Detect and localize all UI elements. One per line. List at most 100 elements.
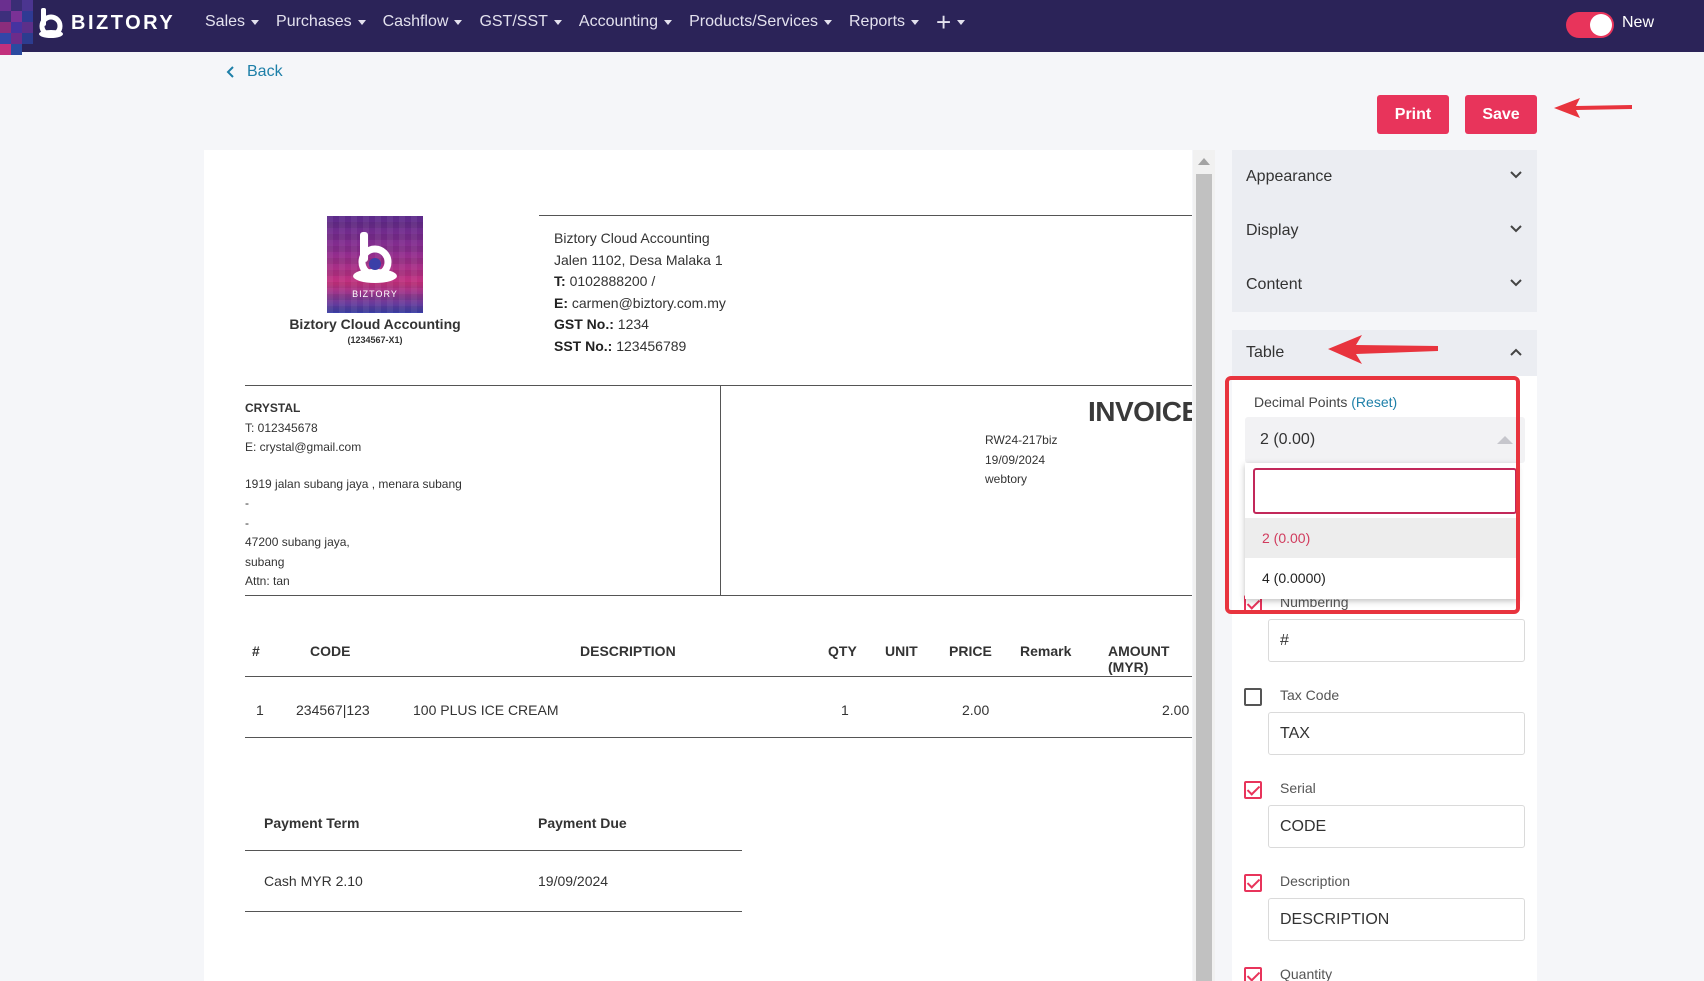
tax-code-field[interactable]: TAX [1268,712,1525,755]
divider [245,676,1192,677]
nav-label: Purchases [276,13,352,30]
phone-value: 0102888200 / [569,273,656,290]
company-address-block: Biztory Cloud Accounting Jalen 1102, Des… [554,228,726,358]
column-header-price: PRICE [949,643,992,659]
divider [245,595,1192,596]
nav-label: Reports [849,13,906,30]
customer-phone: T: 012345678 [245,420,318,435]
nav-label: Cashflow [382,13,449,30]
print-button[interactable]: Print [1377,95,1449,134]
description-field[interactable]: DESCRIPTION [1268,898,1525,941]
brand-name[interactable]: BIZTORY [71,12,175,35]
nav-gst-sst[interactable]: GST/SST [479,13,562,31]
customer-address-line: 47200 subang jaya, [245,535,350,549]
section-appearance[interactable]: Appearance [1232,150,1537,204]
customer-address-line: - [245,496,249,510]
scrollbar-thumb[interactable] [1196,174,1212,981]
save-button[interactable]: Save [1465,95,1537,134]
description-label: Description [1280,873,1351,889]
customer-attn: Attn: tan [245,574,290,588]
toggle-label: New [1622,14,1655,31]
column-header-remark: Remark [1020,643,1072,659]
caret-down-icon [553,19,562,25]
row-price: 2.00 [962,702,990,718]
caret-down-icon [251,19,260,25]
chevron-down-icon [1510,279,1522,287]
column-header-num: # [252,643,260,659]
column-header-unit: UNIT [885,643,918,659]
customer-email: E: crystal@gmail.com [245,440,362,454]
scroll-up-arrow-icon[interactable] [1198,158,1210,165]
caret-down-icon [911,19,920,25]
company-sst: SST No.: 123456789 [554,336,726,358]
nav-purchases[interactable]: Purchases [276,13,366,31]
customer-address-line: - [245,515,249,530]
nav-add-new[interactable]: + [936,9,966,35]
annotation-highlight-box [1225,376,1520,614]
invoice-preview: BIZTORY Biztory Cloud Accounting (123456… [204,150,1192,981]
section-display[interactable]: Display [1232,204,1537,258]
biztory-logo-icon[interactable] [36,8,66,38]
chevron-up-icon [1510,348,1522,356]
payment-due-value: 19/09/2024 [538,873,609,889]
payment-term-header: Payment Term [264,815,360,831]
new-ui-toggle[interactable] [1566,12,1614,38]
annotation-arrow-icon [1554,98,1632,118]
invoice-number: RW24-217biz [985,433,1058,447]
company-phone: T: 0102888200 / [554,271,726,293]
caret-down-icon [957,19,966,25]
row-amount: 2.00 [1162,702,1190,718]
nav-sales[interactable]: Sales [205,13,260,31]
section-label: Table [1246,344,1285,361]
gst-label: GST No.: [554,316,614,333]
email-value: carmen@biztory.com.my [571,294,726,311]
nav-label: Accounting [578,13,659,30]
company-logo: BIZTORY [327,216,423,313]
nav-label: GST/SST [479,13,548,30]
customer-address-line: subang [245,554,285,569]
nav-label: Products/Services [689,13,818,30]
divider [245,385,1192,386]
nav-cashflow[interactable]: Cashflow [383,13,463,31]
back-label: Back [247,63,283,80]
gst-value: 1234 [617,316,649,333]
row-qty: 1 [841,702,849,718]
payment-term-value: Cash MYR 2.10 [264,873,363,889]
divider [539,215,1192,216]
tax-code-checkbox[interactable] [1244,688,1262,706]
serial-field[interactable]: CODE [1268,805,1525,848]
top-navbar: BIZTORY Sales Purchases Cashflow GST/SST… [0,0,1704,55]
row-code: 234567|123 [296,702,370,718]
chevron-down-icon [1510,171,1522,179]
section-content[interactable]: Content [1232,258,1537,312]
annotation-arrow-icon [1328,335,1438,364]
toggle-knob [1590,14,1612,36]
customer-block: CRYSTAL T: 012345678 E: crystal@gmail.co… [245,399,462,592]
quantity-checkbox[interactable] [1244,967,1262,981]
nav-products-services[interactable]: Products/Services [689,13,832,31]
nav-accounting[interactable]: Accounting [578,13,673,31]
serial-label: Serial [1280,780,1316,796]
caret-down-icon [454,19,463,25]
preview-scrollbar[interactable] [1193,150,1215,981]
column-header-qty: QTY [828,643,857,659]
description-checkbox[interactable] [1244,874,1262,892]
company-info-address: Jalen 1102, Desa Malaka 1 [554,251,723,268]
caret-down-icon [824,19,832,25]
back-link[interactable]: Back [226,63,283,81]
divider [720,385,721,595]
invoice-meta: RW24-217biz 19/09/2024 webtory [985,431,1057,490]
company-gst: GST No.: 1234 [554,314,726,336]
caret-down-icon [664,19,673,25]
invoice-title: INVOICE [1088,396,1192,427]
numbering-field[interactable]: # [1268,619,1525,662]
column-header-amount: AMOUNT (MYR) [1108,643,1170,675]
invoice-date: 19/09/2024 [985,452,1046,467]
nav-reports[interactable]: Reports [849,13,920,31]
email-label: E: [554,294,568,311]
serial-checkbox[interactable] [1244,781,1262,799]
biztory-logo-icon [353,232,397,283]
customer-address-line: 1919 jalan subang jaya , menara subang [245,476,462,491]
chevron-left-icon [226,66,234,78]
